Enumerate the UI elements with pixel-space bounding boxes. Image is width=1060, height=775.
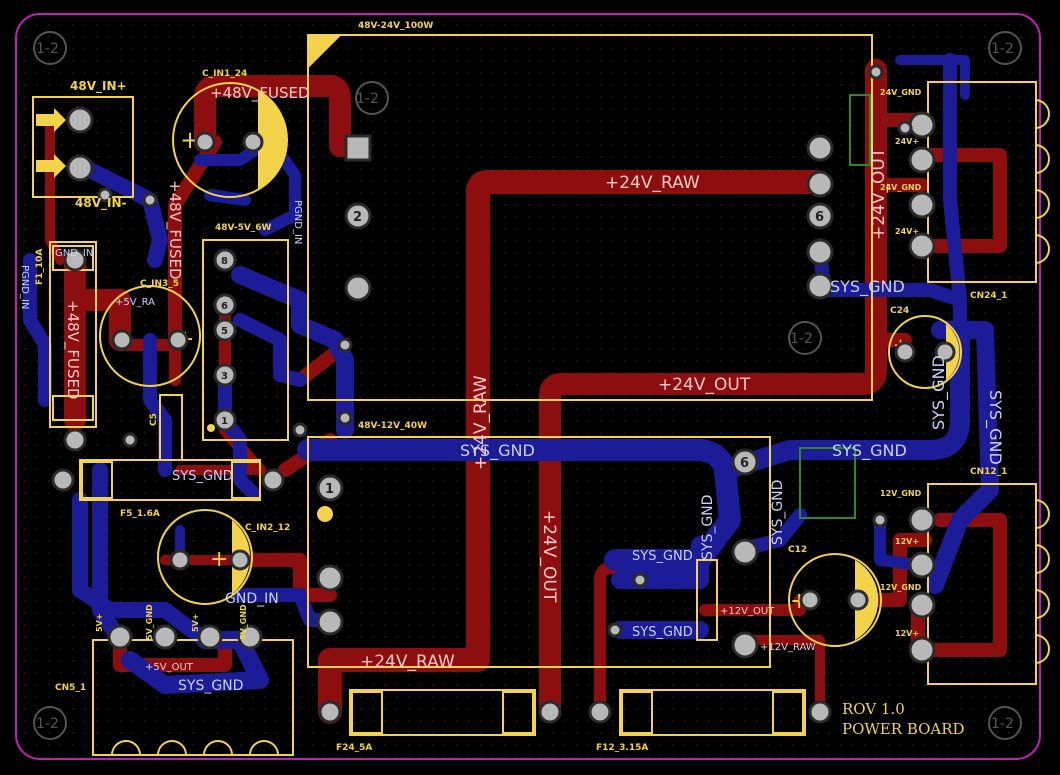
net-label-sys-gnd-4: SYS_GND	[178, 678, 243, 694]
pcb-board: + + + + +	[0, 0, 1060, 775]
net-label-24v-out-2: +24V_OUT	[539, 510, 559, 603]
mount-label-br: 1-2	[991, 716, 1014, 732]
net-label-sys-gnd-3: SYS_GND	[460, 441, 535, 461]
label-f5: F5_1.6A	[120, 509, 160, 519]
label-conv-12: 48V-12V_40W	[358, 421, 427, 431]
mount-label-c1: 1-2	[356, 91, 379, 107]
pin1-marker-5v	[207, 424, 215, 432]
net-label-gnd-in-2: GND_IN	[55, 248, 93, 259]
pad-number: 3	[221, 371, 228, 382]
label-cn24: CN24_1	[970, 291, 1007, 301]
net-label-sys-gnd-1: SYS_GND	[830, 277, 905, 297]
pin-label: 24V+	[895, 227, 919, 236]
pad-number: 6	[740, 456, 749, 471]
mount-label-bl: 1-2	[36, 716, 59, 732]
net-label-sys-gnd-5: SYS_GND	[632, 549, 693, 564]
net-label-48v-fused: +48V_FUSED	[210, 84, 310, 103]
net-label-gnd-in: GND_IN	[225, 591, 279, 607]
pad-number: 6	[815, 210, 824, 225]
label-c-in1: C_IN1_24	[202, 69, 247, 79]
net-label-48v-fused-3: +48V_FUSED	[63, 300, 82, 400]
pad-number: 8	[221, 256, 228, 267]
net-label-sys-gnd-7: SYS_GND	[172, 469, 233, 484]
label-f1: F1_10A	[35, 249, 45, 285]
label-conv-5: 48V-5V_6W	[215, 223, 272, 233]
net-label-sys-gnd-8: SYS_GND	[985, 390, 1005, 465]
mount-label-tr: 1-2	[991, 41, 1014, 57]
pin-label: 12V_GND	[880, 489, 922, 498]
pin-label: 5V_GND	[145, 604, 154, 640]
net-label-24v-raw: +24V_RAW	[605, 173, 700, 193]
label-f24: F24_5A	[336, 743, 372, 753]
net-label-sys-gnd-11: SYS_GND	[700, 495, 716, 560]
net-label-sys-gnd-9: SYS_GND	[929, 355, 949, 430]
net-label-12v-raw: +12V_RAW	[760, 642, 816, 653]
pad-number: 6	[221, 301, 228, 312]
label-cn5: CN5_1	[55, 683, 86, 693]
label-f12: F12_3.15A	[596, 743, 648, 753]
pad-number: 1	[221, 416, 228, 427]
net-label-pgnd-in-2: PGND_IN	[19, 265, 30, 309]
net-label-24v-raw-2: +24V_RAW	[360, 652, 455, 672]
board-title-line2: POWER BOARD	[842, 720, 965, 738]
pin-label: 5V_GND	[239, 604, 248, 640]
net-label-24v-out-3: +24V_OUT	[869, 147, 889, 240]
mount-label-c2: 1-2	[790, 331, 813, 347]
pin-label: 5V+	[95, 614, 104, 632]
pad-number: 5	[221, 326, 228, 337]
pin-label: 12V+	[895, 537, 919, 546]
pin-label: 24V_GND	[880, 183, 922, 192]
label-cn12: CN12_1	[970, 467, 1007, 477]
net-label-48v-fused-2: +48V_FUSED	[165, 180, 184, 280]
mount-label-tl: 1-2	[36, 41, 59, 57]
pad-number: 1	[325, 482, 334, 497]
label-c24: C24	[890, 306, 909, 316]
pin-label: 12V_GND	[880, 583, 922, 592]
pin-label: 24V+	[895, 137, 919, 146]
label-in-neg: 48V_IN-	[75, 196, 126, 211]
pad-square	[344, 134, 372, 162]
label-c5: C5	[149, 413, 159, 426]
label-in-pos: 48V_IN+	[70, 79, 127, 94]
net-label-sys-gnd-10: SYS_GND	[770, 480, 786, 545]
pin-label: 12V+	[895, 629, 919, 638]
label-conv-24: 48V-24V_100W	[358, 21, 433, 31]
label-c-in2: C_IN2_12	[245, 523, 290, 533]
net-label-24v-out: +24V_OUT	[658, 375, 751, 395]
label-c12: C12	[788, 545, 807, 555]
net-label-5v-out: +5V_OUT	[145, 662, 194, 673]
pin-label: 5V+	[191, 614, 200, 632]
pin-label: 24V_GND	[880, 88, 922, 97]
net-label-pgnd-in: PGND_IN	[292, 200, 303, 244]
pad-number: 2	[353, 210, 362, 225]
pin1-marker	[317, 506, 333, 522]
net-label-12v-out: +12V_OUT	[720, 606, 775, 617]
svg-text:+: +	[210, 547, 228, 572]
board-title-line1: ROV 1.0	[842, 700, 905, 718]
net-label-5v-raw: +5V_RA	[115, 297, 155, 308]
net-label-sys-gnd-2: SYS_GND	[832, 441, 907, 461]
label-c-in3: C_IN3_5	[140, 279, 179, 289]
net-label-sys-gnd-6: SYS_GND	[632, 625, 693, 640]
